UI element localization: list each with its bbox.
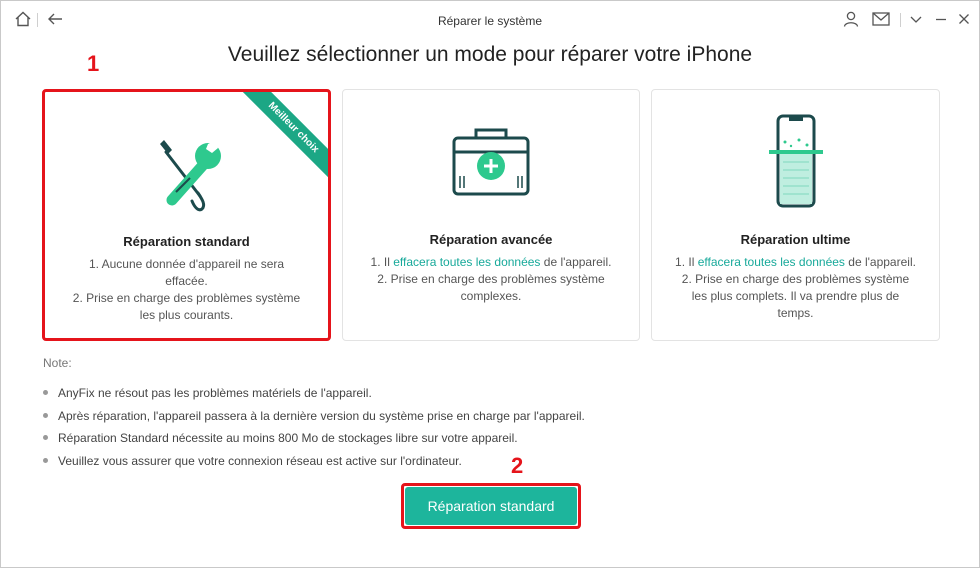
window-title: Réparer le système: [437, 14, 543, 28]
app-window: Réparer le système Veuillez sélectionner…: [0, 0, 980, 568]
title-bar: Réparer le système: [1, 1, 979, 37]
notes-list: AnyFix ne résout pas les problèmes matér…: [43, 385, 585, 475]
note-item: Après réparation, l'appareil passera à l…: [43, 408, 585, 431]
standard-repair-button[interactable]: Réparation standard: [405, 487, 577, 525]
card-description: 1. Il effacera toutes les données de l'a…: [674, 254, 917, 322]
card-title: Réparation standard: [123, 234, 250, 249]
chevron-down-icon[interactable]: [906, 9, 926, 29]
card-desc-line: 2. Prise en charge des problèmes système…: [377, 272, 605, 303]
card-desc-line: 1. Aucune donnée d'appareil ne sera effa…: [88, 257, 285, 288]
close-icon[interactable]: [954, 9, 974, 29]
wrench-screwdriver-icon: [45, 116, 328, 216]
note-item: AnyFix ne résout pas les problèmes matér…: [43, 385, 585, 408]
minimize-icon[interactable]: [931, 9, 951, 29]
mode-card-ultimate[interactable]: Réparation ultime 1. Il effacera toutes …: [651, 89, 940, 341]
card-desc-line: 2. Prise en charge des problèmes système…: [72, 291, 301, 322]
card-desc-line: 1. Il effacera toutes les données de l'a…: [675, 255, 916, 269]
card-title: Réparation avancée: [429, 232, 553, 247]
note-item: Réparation Standard nécessite au moins 8…: [43, 430, 585, 453]
step-1-annotation: 1: [87, 51, 100, 76]
mode-card-advanced[interactable]: Réparation avancée 1. Il effacera toutes…: [342, 89, 640, 341]
note-label: Note:: [43, 356, 72, 370]
first-aid-kit-icon: [343, 114, 639, 214]
card-desc-line: 2. Prise en charge des problèmes système…: [681, 272, 910, 320]
card-description: 1. Il effacera toutes les données de l'a…: [365, 254, 617, 305]
highlight-text: effacera toutes les données: [697, 255, 845, 269]
card-desc-line: 1. Il effacera toutes les données de l'a…: [370, 255, 612, 269]
titlebar-divider: [900, 13, 901, 27]
note-item: Veuillez vous assurer que votre connexio…: [43, 453, 585, 476]
mail-icon[interactable]: [871, 9, 891, 29]
card-description: 1. Aucune donnée d'appareil ne sera effa…: [67, 256, 306, 324]
page-title: Veuillez sélectionner un mode pour répar…: [227, 43, 753, 66]
phone-scan-icon: [652, 114, 939, 214]
highlight-text: effacera toutes les données: [393, 255, 541, 269]
mode-card-standard[interactable]: Meilleur choix Réparation standard 1. Au…: [42, 89, 331, 341]
card-title: Réparation ultime: [740, 232, 851, 247]
user-icon[interactable]: [841, 9, 861, 29]
